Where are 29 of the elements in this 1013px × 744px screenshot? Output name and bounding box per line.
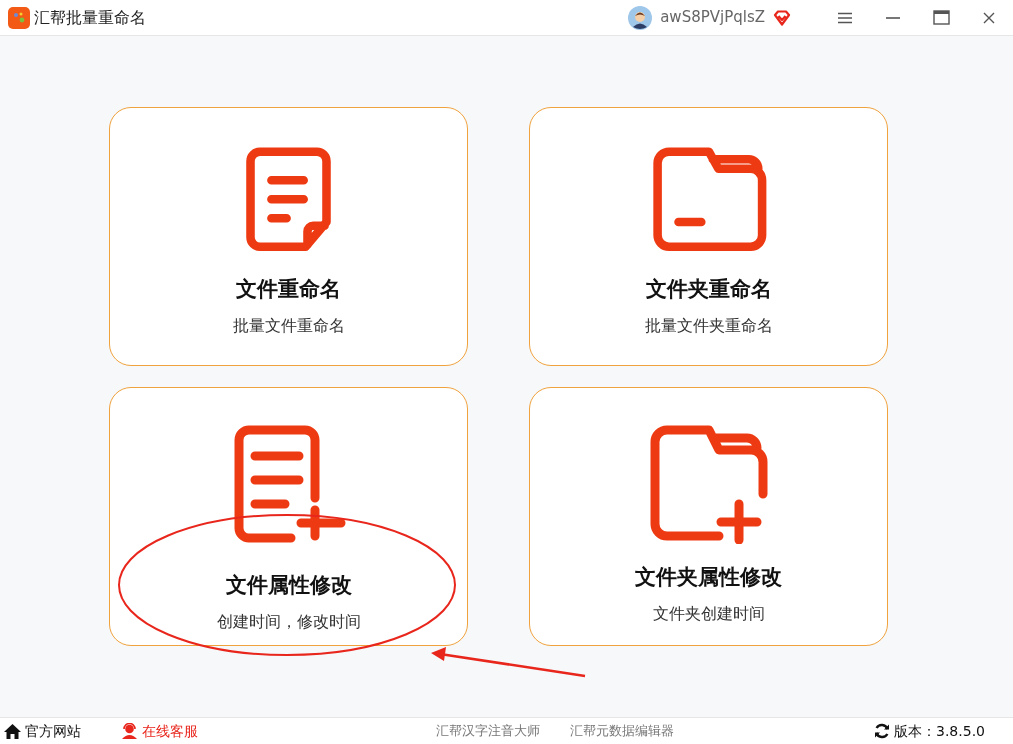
product-link[interactable]: 汇帮汉字注音大师 bbox=[436, 721, 540, 741]
close-icon bbox=[983, 11, 995, 24]
support-agent-icon bbox=[121, 723, 138, 739]
username: awS8PVjPqlsZ bbox=[660, 7, 765, 29]
feature-card[interactable]: 文件重命名 批量文件重命名 bbox=[109, 107, 468, 366]
official-site-link[interactable]: 官方网站 bbox=[4, 720, 81, 742]
card-title: 文件属性修改 bbox=[225, 572, 352, 599]
menu-icon bbox=[838, 11, 852, 24]
online-support-link[interactable]: 在线客服 bbox=[121, 720, 198, 742]
card-title: 文件重命名 bbox=[236, 276, 341, 304]
card-title: 文件夹属性修改 bbox=[635, 564, 782, 591]
diamond-icon[interactable] bbox=[773, 9, 791, 26]
maximize-icon bbox=[932, 10, 950, 25]
minimize-icon bbox=[886, 16, 900, 19]
version-label: 版本：3.8.5.0 bbox=[894, 721, 985, 741]
product-link[interactable]: 汇帮元数据编辑器 bbox=[570, 721, 674, 741]
feature-card[interactable]: 文件夹属性修改 文件夹创建时间 bbox=[529, 387, 888, 646]
home-icon bbox=[4, 723, 21, 739]
card-subtitle: 文件夹创建时间 bbox=[652, 602, 765, 625]
window-title: 汇帮批量重命名 bbox=[34, 6, 146, 29]
feature-card[interactable]: 文件夹重命名 批量文件夹重命名 bbox=[529, 107, 888, 366]
refresh-icon[interactable] bbox=[874, 723, 890, 739]
card-title: 文件夹重命名 bbox=[645, 276, 772, 304]
card-subtitle: 批量文件夹重命名 bbox=[644, 314, 773, 337]
feature-card[interactable]: 文件属性修改 创建时间，修改时间 bbox=[109, 387, 468, 646]
card-subtitle: 创建时间，修改时间 bbox=[216, 610, 361, 633]
avatar-icon bbox=[628, 5, 653, 30]
app-logo-icon bbox=[8, 6, 30, 29]
card-subtitle: 批量文件重命名 bbox=[232, 314, 345, 337]
